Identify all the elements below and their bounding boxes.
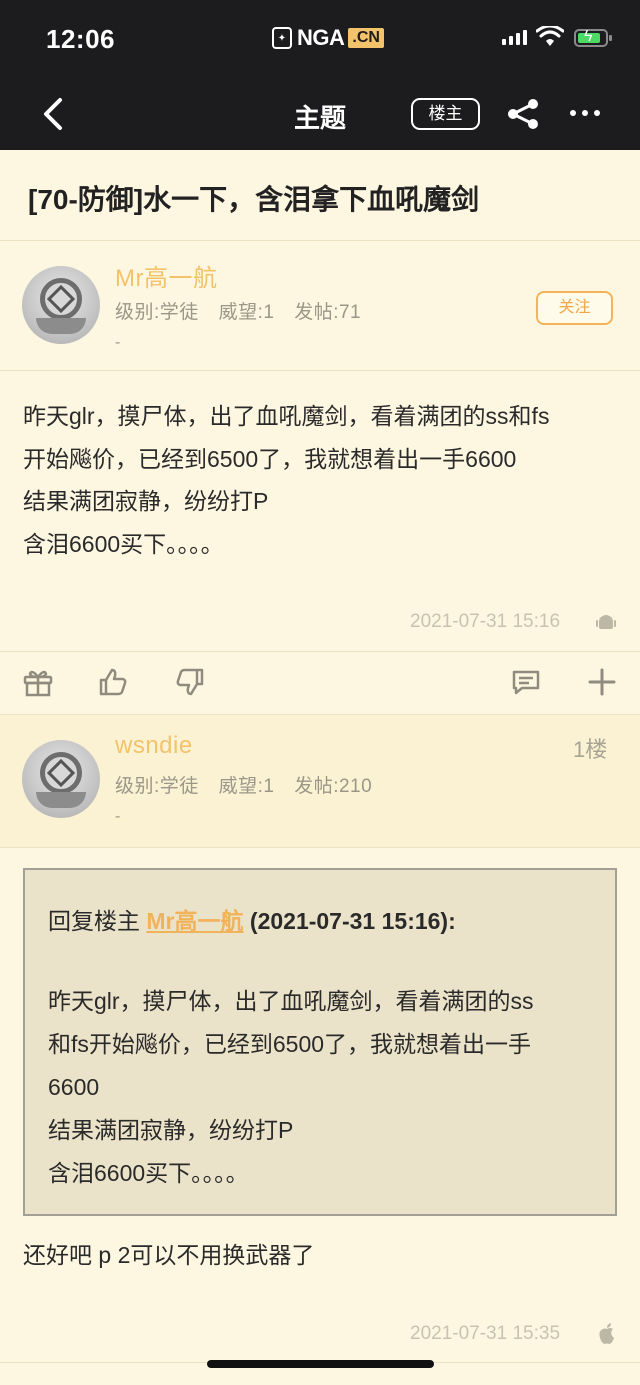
divider [0, 847, 640, 848]
divider [0, 714, 640, 715]
thumbs-up-icon[interactable] [97, 666, 129, 698]
quote-line: 结果满团寂静，纷纷打P [48, 1117, 294, 1143]
quote-line: 和fs开始飚价，已经到6500了，我就想着出一手 [48, 1031, 532, 1057]
post-line: 结果满团寂静，纷纷打P [23, 488, 269, 514]
divider [0, 240, 640, 241]
avatar[interactable] [22, 740, 100, 818]
author-prestige: 威望:1 [218, 302, 275, 323]
plus-icon[interactable] [586, 666, 618, 698]
post-actions [0, 650, 640, 714]
author-prestige: 威望:1 [218, 776, 275, 797]
post-line: 开始飚价，已经到6500了，我就想着出一手6600 [23, 445, 517, 472]
topic-title: [70-防御]水一下，含泪拿下血吼魔剑 [28, 184, 480, 215]
post-line: 昨天glr，摸尸体，出了血吼魔剑，看着满团的ss和fs [23, 403, 550, 429]
post-content: 昨天glr，摸尸体，出了血吼魔剑，看着满团的ss和fs 开始飚价，已经到6500… [23, 395, 549, 565]
post-author-name[interactable]: Mr高一航 [115, 258, 217, 293]
wifi-icon [536, 26, 564, 46]
gift-icon[interactable] [22, 666, 54, 698]
quote-prefix: 回复楼主 [48, 908, 147, 934]
cellular-signal-icon [502, 30, 527, 45]
comment-icon[interactable] [510, 666, 542, 698]
apple-icon [599, 1323, 614, 1344]
author-level: 级别:学徒 [115, 776, 199, 797]
page-title: 主题 [293, 103, 346, 133]
logo-text: NGA [297, 25, 345, 50]
follow-button[interactable]: 关注 [536, 291, 613, 325]
author-signature: - [115, 334, 121, 351]
quote-header: 回复楼主 Mr高一航 (2021-07-31 15:16): [48, 902, 456, 936]
nga-logo-badge-icon: ✦ [272, 27, 292, 49]
divider [0, 370, 640, 371]
post-timestamp: 2021-07-31 15:35 [410, 1323, 561, 1344]
quote-author-link[interactable]: Mr高一航 [146, 908, 243, 934]
only-owner-button[interactable]: 楼主 [411, 98, 480, 130]
quote-block: 回复楼主 Mr高一航 (2021-07-31 15:16): 昨天glr，摸尸体… [23, 868, 617, 1216]
avatar[interactable] [22, 266, 100, 344]
post-author-name[interactable]: wsndie [115, 732, 193, 760]
quote-line: 昨天glr，摸尸体，出了血吼魔剑，看着满团的ss [48, 988, 534, 1014]
status-bar: 12:06 ✦ NGA .CN ϟ [0, 0, 640, 78]
more-icon[interactable] [570, 110, 600, 116]
quote-line: 含泪6600买下。。。。 [48, 1160, 249, 1186]
home-indicator[interactable] [207, 1360, 434, 1368]
floor-number: 1楼 [573, 737, 608, 762]
post-timestamp: 2021-07-31 15:16 [410, 611, 561, 632]
thumbs-down-icon[interactable] [174, 666, 206, 698]
reply-text: 还好吧 p 2可以不用换武器了 [23, 1242, 315, 1268]
nav-bar: 主题 楼主 [0, 78, 640, 150]
post-line: 含泪6600买下。。。。 [23, 530, 224, 557]
android-icon [596, 615, 616, 629]
battery-icon: ϟ [574, 28, 612, 47]
logo-suffix: .CN [348, 28, 384, 48]
status-time: 12:06 [46, 24, 115, 54]
share-icon[interactable] [505, 96, 541, 132]
author-level: 级别:学徒 [115, 302, 199, 323]
author-post-count: 发帖:210 [294, 776, 373, 797]
post-author-meta: 级别:学徒 威望:1 发帖:71 [115, 297, 375, 324]
quote-time: (2021-07-31 15:16): [243, 908, 456, 934]
post-content: 还好吧 p 2可以不用换武器了 [23, 1234, 314, 1277]
author-signature: - [115, 808, 121, 825]
author-post-count: 发帖:71 [294, 302, 362, 323]
nga-logo: ✦ NGA .CN [272, 25, 384, 50]
post-author-meta: 级别:学徒 威望:1 发帖:210 [115, 771, 386, 798]
quote-body: 昨天glr，摸尸体，出了血吼魔剑，看着满团的ss 和fs开始飚价，已经到6500… [48, 980, 534, 1195]
quote-line: 6600 [48, 1074, 100, 1100]
